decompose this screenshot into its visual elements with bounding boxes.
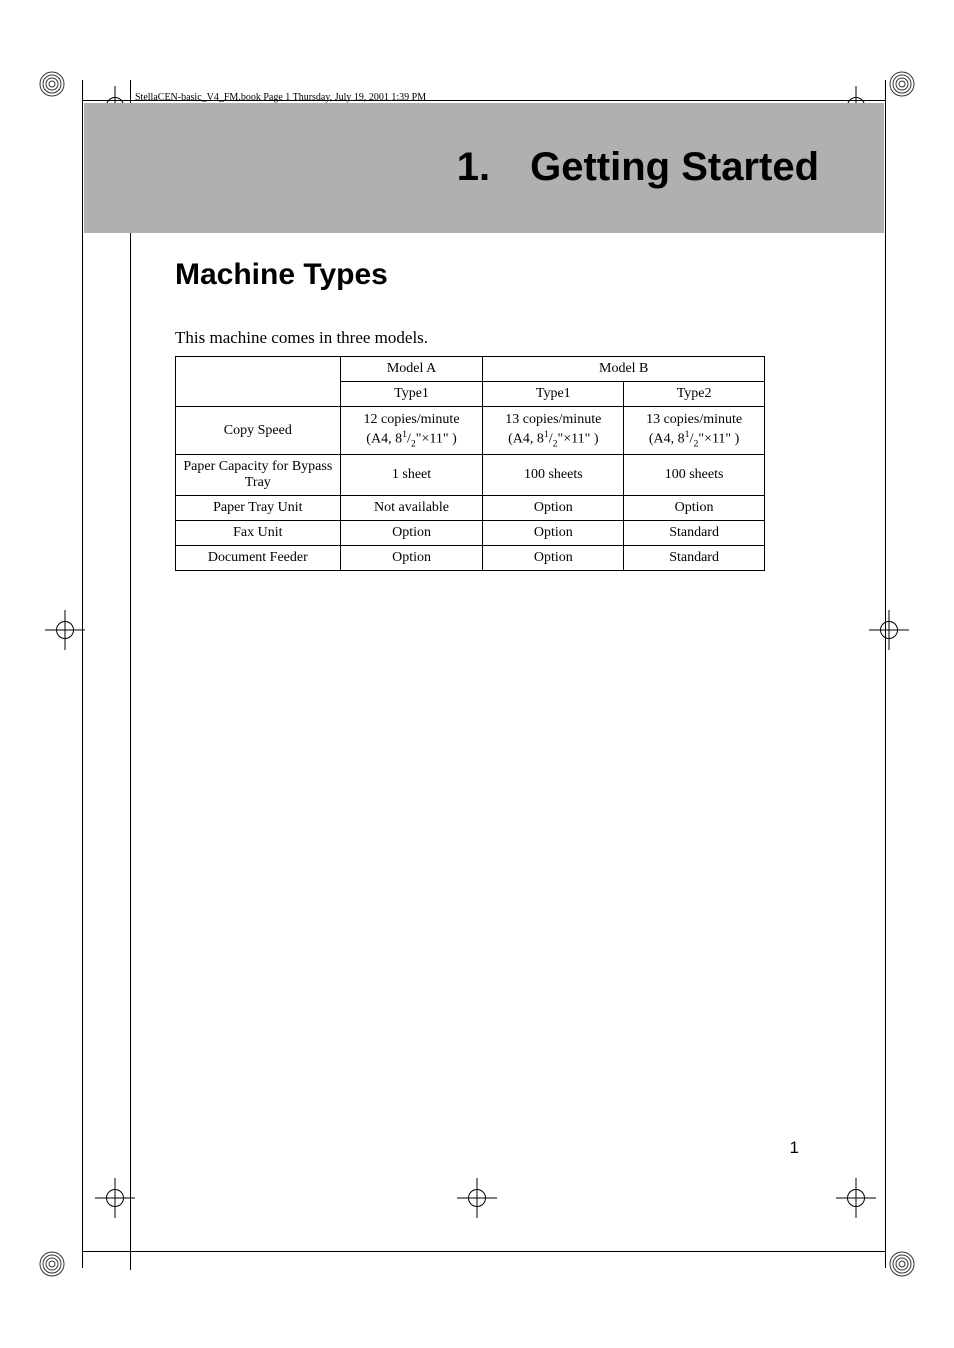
table-row-label: Paper Tray Unit bbox=[176, 496, 341, 521]
binding-ring-icon bbox=[888, 70, 916, 98]
table-cell: Not available bbox=[340, 496, 483, 521]
register-mark-icon bbox=[95, 1178, 135, 1218]
register-mark-icon bbox=[869, 610, 909, 650]
chapter-title: 1. Getting Started bbox=[457, 145, 819, 190]
register-mark-icon bbox=[836, 1178, 876, 1218]
table-cell: Option bbox=[624, 496, 765, 521]
section-title: Machine Types bbox=[175, 258, 388, 292]
table-cell: Standard bbox=[624, 546, 765, 571]
register-mark-icon bbox=[457, 1178, 497, 1218]
table-cell: Option bbox=[483, 546, 624, 571]
table-cell: 13 copies/minute(A4, 81/2"×11" ) bbox=[624, 407, 765, 455]
page-number: 1 bbox=[790, 1138, 799, 1158]
crop-guide-line bbox=[82, 1251, 886, 1252]
binding-ring-icon bbox=[38, 1250, 66, 1278]
table-row-label: Document Feeder bbox=[176, 546, 341, 571]
table-cell: Option bbox=[340, 546, 483, 571]
table-cell: Standard bbox=[624, 521, 765, 546]
table-row-label: Paper Capacity for Bypass Tray bbox=[176, 455, 341, 496]
table-row-label: Copy Speed bbox=[176, 407, 341, 455]
table-header-type1a: Type1 bbox=[340, 382, 483, 407]
table-cell: Option bbox=[340, 521, 483, 546]
table-header-model-a: Model A bbox=[340, 357, 483, 382]
table-header-type2b: Type2 bbox=[624, 382, 765, 407]
table-header-blank bbox=[176, 357, 341, 407]
table-cell: 12 copies/minute(A4, 81/2"×11" ) bbox=[340, 407, 483, 455]
table-cell: 1 sheet bbox=[340, 455, 483, 496]
crop-guide-line bbox=[82, 80, 83, 1268]
table-cell: 13 copies/minute(A4, 81/2"×11" ) bbox=[483, 407, 624, 455]
table-header-type1b: Type1 bbox=[483, 382, 624, 407]
table-header-model-b: Model B bbox=[483, 357, 765, 382]
book-header-text: StellaCEN-basic_V4_FM.book Page 1 Thursd… bbox=[135, 92, 426, 103]
table-cell: 100 sheets bbox=[483, 455, 624, 496]
table-cell: 100 sheets bbox=[624, 455, 765, 496]
binding-ring-icon bbox=[38, 70, 66, 98]
binding-ring-icon bbox=[888, 1250, 916, 1278]
crop-guide-line bbox=[885, 80, 886, 1268]
crop-guide-line bbox=[130, 80, 131, 1270]
machine-types-table: Model A Model B Type1 Type1 Type2 Copy S… bbox=[175, 356, 765, 571]
table-cell: Option bbox=[483, 496, 624, 521]
table-cell: Option bbox=[483, 521, 624, 546]
table-row-label: Fax Unit bbox=[176, 521, 341, 546]
intro-paragraph: This machine comes in three models. bbox=[175, 328, 428, 348]
register-mark-icon bbox=[45, 610, 85, 650]
